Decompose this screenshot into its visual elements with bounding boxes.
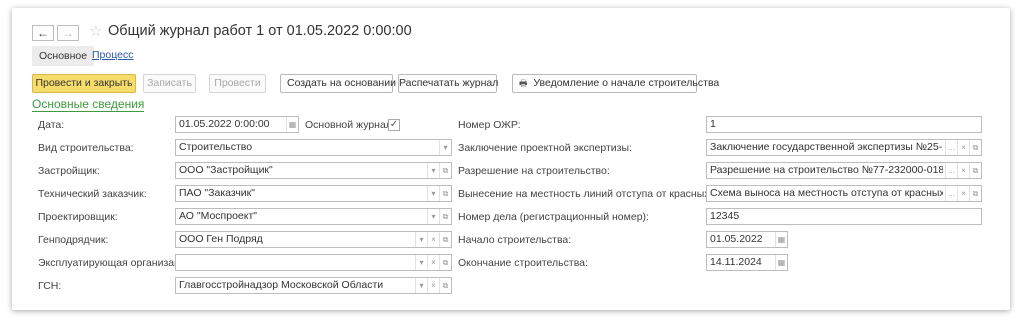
open-link-icon[interactable]: ⧉	[439, 163, 451, 178]
designer-field[interactable]: АО "Моспроект" ▾ ⧉	[175, 208, 452, 225]
construction-type-value: Строительство	[179, 141, 253, 153]
clear-icon[interactable]: ×	[427, 255, 439, 270]
construction-type-field[interactable]: Строительство ▾	[175, 139, 452, 156]
start-date-field[interactable]: 01.05.2022 ▦	[706, 231, 788, 248]
ozhr-number-field[interactable]: 1	[706, 116, 982, 133]
printer-icon: 🖶	[519, 78, 528, 88]
permit-field[interactable]: Разрешение на строительство №77-232000-0…	[706, 162, 982, 179]
date-label: Дата:	[38, 119, 65, 131]
ozhr-number-label: Номер ОЖР:	[458, 119, 521, 131]
document-window: ← → ☆ Общий журнал работ 1 от 01.05.2022…	[12, 8, 1010, 310]
select-more-icon[interactable]: …	[945, 186, 957, 201]
calendar-icon[interactable]: ▦	[775, 255, 787, 270]
calendar-icon[interactable]: ▦	[286, 117, 298, 132]
favorite-star-icon[interactable]: ☆	[89, 24, 102, 40]
select-more-icon[interactable]: …	[945, 163, 957, 178]
general-contractor-value: ООО Ген Подряд	[179, 233, 263, 245]
end-date-value: 14.11.2024	[710, 256, 762, 268]
back-button[interactable]: ←	[32, 25, 54, 41]
date-value: 01.05.2022 0:00:00	[179, 118, 270, 130]
chevron-down-icon[interactable]: ▾	[439, 140, 451, 155]
post-and-close-button[interactable]: Провести и закрыть	[32, 74, 136, 93]
general-contractor-field[interactable]: ООО Ген Подряд ▾ × ⧉	[175, 231, 452, 248]
main-journal-checkbox[interactable]: ✓	[388, 119, 400, 131]
developer-field[interactable]: ООО "Застройщик" ▾ ⧉	[175, 162, 452, 179]
permit-value: Разрешение на строительство №77-232000-0…	[710, 164, 943, 176]
chevron-down-icon[interactable]: ▾	[415, 278, 427, 293]
clear-icon[interactable]: ×	[427, 232, 439, 247]
open-link-icon[interactable]: ⧉	[969, 163, 981, 178]
developer-value: ООО "Застройщик"	[179, 164, 273, 176]
end-label: Окончание строительства:	[458, 257, 588, 269]
ozhr-number-value: 1	[710, 118, 716, 130]
general-contractor-label: Генподрядчик:	[38, 234, 109, 246]
expertise-field[interactable]: Заключение государственной экспертизы №2…	[706, 139, 982, 156]
red-lines-field[interactable]: Схема выноса на местность отступа от кра…	[706, 185, 982, 202]
main-journal-label: Основной журнал:	[305, 119, 395, 131]
start-date-value: 01.05.2022	[710, 233, 763, 245]
date-field[interactable]: 01.05.2022 0:00:00 ▦	[175, 116, 299, 133]
save-button[interactable]: Записать	[143, 74, 196, 93]
open-link-icon[interactable]: ⧉	[969, 140, 981, 155]
chevron-down-icon[interactable]: ▾	[415, 255, 427, 270]
section-main-info[interactable]: Основные сведения	[32, 97, 145, 112]
open-link-icon[interactable]: ⧉	[439, 255, 451, 270]
create-based-on-button[interactable]: Создать на основании ▾	[280, 74, 404, 93]
clear-icon[interactable]: ×	[957, 186, 969, 201]
red-lines-value: Схема выноса на местность отступа от кра…	[710, 187, 943, 199]
select-more-icon[interactable]: …	[945, 140, 957, 155]
gsn-field[interactable]: Главгосстройнадзор Московской Области ▾ …	[175, 277, 452, 294]
open-link-icon[interactable]: ⧉	[439, 186, 451, 201]
clear-icon[interactable]: ×	[957, 163, 969, 178]
designer-label: Проектировщик:	[38, 211, 118, 223]
clear-icon[interactable]: ×	[427, 278, 439, 293]
chevron-down-icon[interactable]: ▾	[415, 232, 427, 247]
red-lines-label: Вынесение на местность линий отступа от …	[458, 188, 745, 200]
calendar-icon[interactable]: ▦	[775, 232, 787, 247]
clear-icon[interactable]: ×	[957, 140, 969, 155]
developer-label: Застройщик:	[38, 165, 100, 177]
case-number-value: 12345	[710, 210, 740, 222]
expertise-label: Заключение проектной экспертизы:	[458, 142, 632, 154]
expertise-value: Заключение государственной экспертизы №2…	[710, 141, 943, 153]
forward-button[interactable]: →	[57, 25, 79, 41]
print-journal-button[interactable]: Распечатать журнал	[398, 74, 498, 93]
construction-type-label: Вид строительства:	[38, 142, 134, 154]
post-button[interactable]: Провести	[209, 74, 266, 93]
tech-customer-value: ПАО "Заказчик"	[179, 187, 255, 199]
page-title: Общий журнал работ 1 от 01.05.2022 0:00:…	[108, 23, 412, 39]
tab-process[interactable]: Процесс	[92, 49, 133, 61]
notification-label: Уведомление о начале строительства	[533, 77, 720, 89]
create-based-on-label: Создать на основании	[287, 77, 396, 89]
operating-org-label: Эксплуатирующая организация:	[38, 257, 195, 269]
chevron-down-icon[interactable]: ▾	[427, 163, 439, 178]
open-link-icon[interactable]: ⧉	[439, 209, 451, 224]
tech-customer-field[interactable]: ПАО "Заказчик" ▾ ⧉	[175, 185, 452, 202]
tech-customer-label: Технический заказчик:	[38, 188, 147, 200]
gsn-label: ГСН:	[38, 280, 62, 292]
open-link-icon[interactable]: ⧉	[969, 186, 981, 201]
case-number-label: Номер дела (регистрационный номер):	[458, 211, 649, 223]
end-date-field[interactable]: 14.11.2024 ▦	[706, 254, 788, 271]
open-link-icon[interactable]: ⧉	[439, 232, 451, 247]
operating-org-field[interactable]: ▾ × ⧉	[175, 254, 452, 271]
open-link-icon[interactable]: ⧉	[439, 278, 451, 293]
start-label: Начало строительства:	[458, 234, 572, 246]
gsn-value: Главгосстройнадзор Московской Области	[179, 279, 384, 291]
notification-button[interactable]: 🖶 Уведомление о начале строительства	[512, 74, 719, 93]
designer-value: АО "Моспроект"	[179, 210, 257, 222]
case-number-field[interactable]: 12345	[706, 208, 982, 225]
chevron-down-icon[interactable]: ▾	[427, 186, 439, 201]
permit-label: Разрешение на строительство:	[458, 165, 610, 177]
chevron-down-icon[interactable]: ▾	[427, 209, 439, 224]
tab-main[interactable]: Основное	[32, 46, 95, 66]
